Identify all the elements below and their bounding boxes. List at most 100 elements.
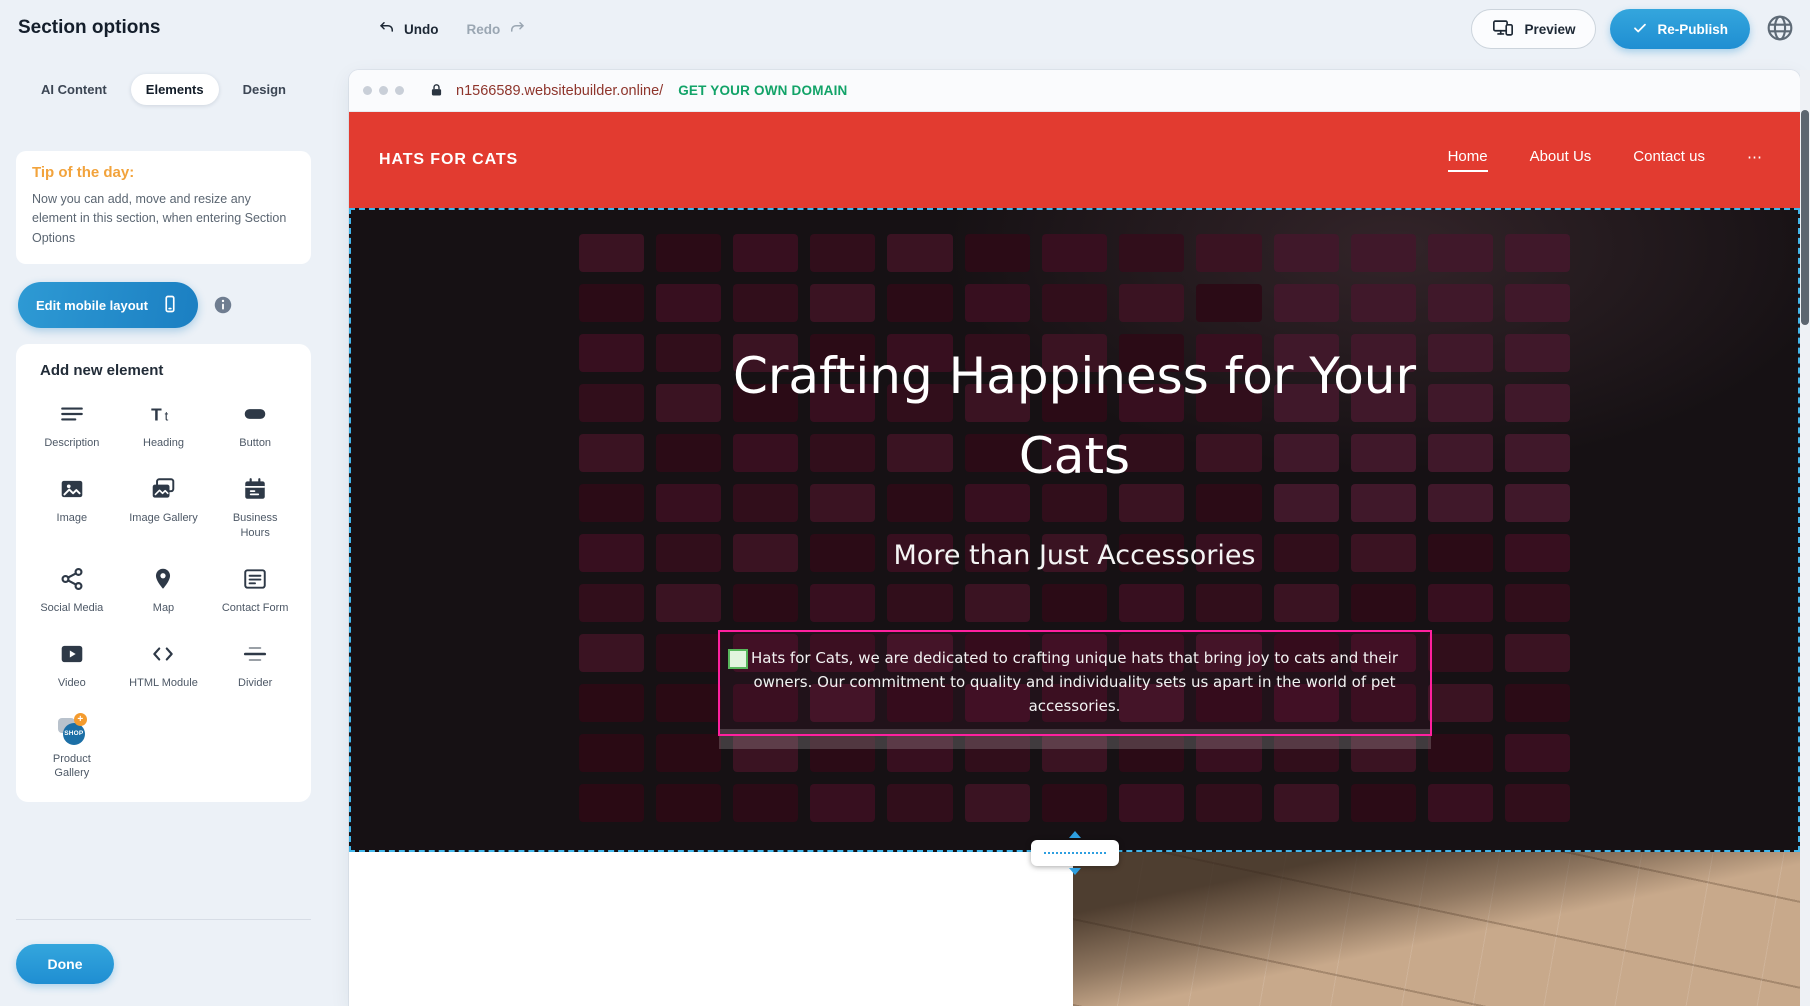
element-map[interactable]: Map: [118, 564, 210, 615]
brick-tile: [656, 784, 721, 822]
element-business-hours[interactable]: Business Hours: [209, 474, 301, 540]
tab-elements[interactable]: Elements: [131, 74, 219, 105]
brick-tile: [1196, 784, 1261, 822]
brick-tile: [1274, 584, 1339, 622]
element-image[interactable]: Image: [26, 474, 118, 540]
brick-tile: [1428, 684, 1493, 722]
brick-tile: [965, 584, 1030, 622]
tab-design[interactable]: Design: [228, 74, 301, 105]
republish-label: Re-Publish: [1657, 22, 1728, 37]
add-element-title: Add new element: [26, 362, 301, 379]
brick-tile: [733, 284, 798, 322]
brick-tile: [733, 584, 798, 622]
element-product-gallery[interactable]: SHOP+ Product Gallery: [26, 715, 118, 781]
hero-subheading[interactable]: More than Just Accessories: [349, 540, 1800, 571]
element-image-gallery[interactable]: Image Gallery: [118, 474, 210, 540]
tab-ai-content[interactable]: AI Content: [26, 74, 122, 105]
element-description[interactable]: Description: [26, 399, 118, 450]
brick-tile: [1505, 634, 1570, 672]
brick-tile: [810, 584, 875, 622]
browser-preview: n1566589.websitebuilder.online/ GET YOUR…: [349, 70, 1800, 1006]
lock-icon: [428, 82, 445, 99]
brick-tile: [656, 284, 721, 322]
element-video[interactable]: Video: [26, 639, 118, 690]
social-media-icon: [57, 564, 87, 594]
tip-body: Now you can add, move and resize any ele…: [32, 190, 295, 248]
brick-tile: [1274, 234, 1339, 272]
element-social-media[interactable]: Social Media: [26, 564, 118, 615]
nav-item-aboutus[interactable]: About Us: [1530, 148, 1592, 172]
element-label: Business Hours: [219, 511, 291, 540]
get-your-own-domain-link[interactable]: GET YOUR OWN DOMAIN: [678, 83, 847, 98]
sidebar-divider: [16, 919, 311, 920]
brick-tile: [1428, 734, 1493, 772]
site-header: HATS FOR CATS Home About Us Contact us ⋯: [349, 112, 1800, 208]
element-button[interactable]: Button: [209, 399, 301, 450]
brick-tile: [1351, 234, 1416, 272]
brick-tile: [1042, 284, 1107, 322]
contact-form-icon: [240, 564, 270, 594]
tip-title: Tip of the day:: [32, 164, 295, 181]
nav-item-home[interactable]: Home: [1448, 148, 1488, 172]
brick-tile: [1196, 284, 1261, 322]
svg-text:t: t: [165, 409, 169, 424]
business-hours-icon: [240, 474, 270, 504]
preview-button[interactable]: Preview: [1471, 9, 1596, 49]
redo-label: Redo: [467, 22, 501, 37]
brick-tile: [579, 734, 644, 772]
nav-item-contactus[interactable]: Contact us: [1633, 148, 1705, 172]
edit-mobile-layout-button[interactable]: Edit mobile layout: [18, 282, 198, 328]
nav-more-button[interactable]: ⋯: [1747, 148, 1762, 173]
brick-tile: [656, 684, 721, 722]
element-heading[interactable]: TtHeading: [118, 399, 210, 450]
element-label: Image Gallery: [129, 511, 197, 525]
done-button[interactable]: Done: [16, 944, 114, 984]
hero-paragraph-selected[interactable]: Hats for Cats, we are dedicated to craft…: [718, 630, 1432, 736]
element-label: Description: [44, 436, 99, 450]
brick-tile: [887, 234, 952, 272]
brick-tile: [887, 584, 952, 622]
element-label: Image: [57, 511, 88, 525]
undo-icon: [378, 19, 396, 40]
brick-tile: [1505, 584, 1570, 622]
window-dots: [363, 86, 404, 95]
brick-tile: [1351, 584, 1416, 622]
element-html-module[interactable]: HTML Module: [118, 639, 210, 690]
scrollbar-track[interactable]: [1800, 70, 1810, 1006]
brick-tile: [1351, 284, 1416, 322]
section-resize-widget[interactable]: [1031, 840, 1119, 866]
undo-label: Undo: [404, 22, 439, 37]
hero-section-selected[interactable]: Crafting Happiness for Your Cats More th…: [349, 208, 1800, 852]
phone-icon: [160, 294, 180, 317]
language-globe-button[interactable]: [1764, 12, 1798, 46]
site-logo[interactable]: HATS FOR CATS: [379, 151, 518, 169]
brick-tile: [579, 284, 644, 322]
republish-button[interactable]: Re-Publish: [1610, 9, 1750, 49]
mobile-layout-row: Edit mobile layout: [16, 282, 311, 328]
info-button[interactable]: [212, 294, 234, 316]
brick-tile: [579, 634, 644, 672]
element-label: Divider: [238, 676, 272, 690]
element-label: Product Gallery: [36, 752, 108, 781]
description-icon: [57, 399, 87, 429]
brick-tile: [579, 784, 644, 822]
scrollbar-thumb[interactable]: [1801, 110, 1809, 325]
redo-button[interactable]: Redo: [467, 19, 527, 40]
resize-handle[interactable]: [728, 649, 748, 669]
brick-tile: [1505, 684, 1570, 722]
devices-icon: [1492, 17, 1514, 42]
brick-tile: [1274, 784, 1339, 822]
map-icon: [148, 564, 178, 594]
app-window: Section options Undo Redo Preview Re-Pub…: [0, 0, 1810, 1006]
video-icon: [57, 639, 87, 669]
product-gallery-icon: SHOP+: [57, 715, 87, 745]
element-divider[interactable]: Divider: [209, 639, 301, 690]
hero-heading[interactable]: Crafting Happiness for Your Cats: [349, 336, 1800, 496]
window-dot: [395, 86, 404, 95]
undo-button[interactable]: Undo: [378, 19, 439, 40]
resize-arrow-up-icon: [1069, 831, 1081, 838]
element-contact-form[interactable]: Contact Form: [209, 564, 301, 615]
brick-tile: [1505, 284, 1570, 322]
site-url: n1566589.websitebuilder.online/: [456, 83, 663, 99]
brick-tile: [1428, 584, 1493, 622]
